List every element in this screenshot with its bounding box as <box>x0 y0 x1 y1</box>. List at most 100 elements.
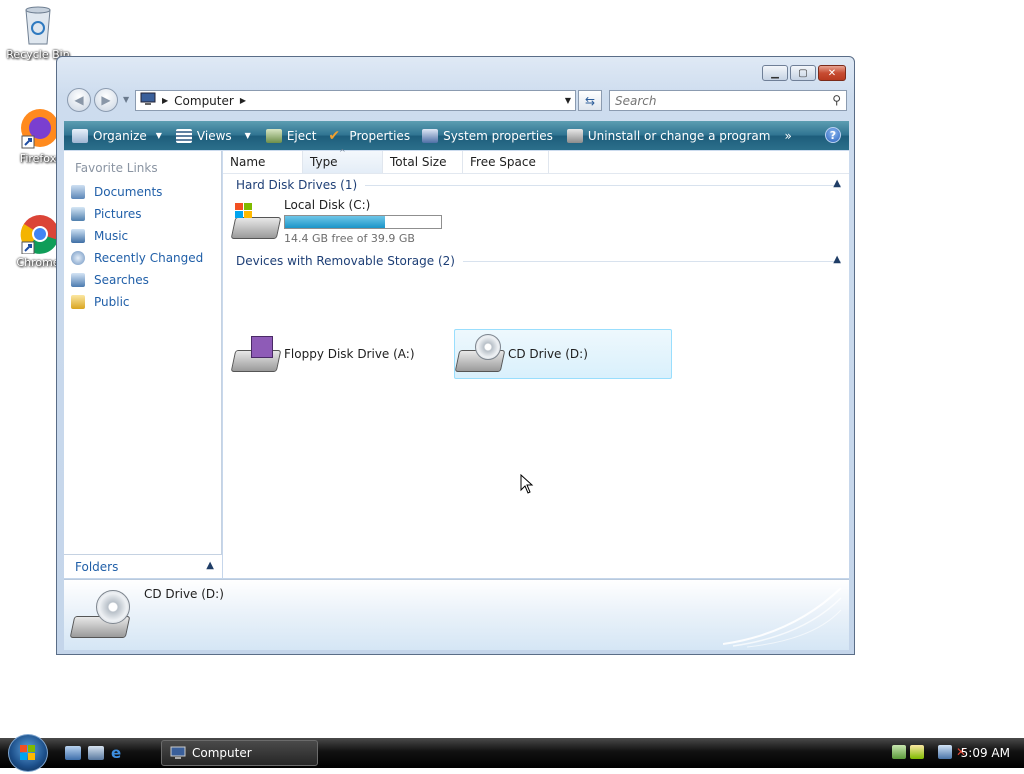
drive-cd-d[interactable]: CD Drive (D:) <box>454 329 672 379</box>
eject-button[interactable]: Eject <box>265 128 317 143</box>
favorite-link-label: Recently Changed <box>94 251 204 265</box>
address-bar[interactable]: ▶ Computer ▶ ▼ <box>135 90 576 111</box>
command-bar: Organize ▼ Views ▼ Eject ✔ Properties Sy… <box>64 121 849 150</box>
favorite-link-searches[interactable]: Searches <box>64 269 221 291</box>
favorite-link-label: Pictures <box>94 207 142 221</box>
organize-icon <box>72 128 88 143</box>
show-desktop-icon[interactable] <box>65 746 81 760</box>
breadcrumb-computer[interactable]: Computer <box>174 94 234 108</box>
column-header-name[interactable]: Name <box>223 151 303 173</box>
column-label: Total Size <box>390 155 447 169</box>
safely-remove-hardware-icon[interactable] <box>892 745 906 759</box>
recent-pages-dropdown[interactable]: ▼ <box>123 95 129 104</box>
chevron-up-icon[interactable]: ▲ <box>833 254 841 265</box>
column-label: Name <box>230 155 266 169</box>
properties-button[interactable]: ✔ Properties <box>328 129 410 143</box>
chevron-up-icon: ▲ <box>206 560 214 571</box>
column-label: Type <box>310 155 338 169</box>
help-icon: ? <box>829 128 837 142</box>
favorite-link-public[interactable]: Public <box>64 291 221 313</box>
windows-security-icon[interactable] <box>910 745 924 759</box>
views-label: Views <box>196 128 232 143</box>
refresh-button[interactable]: ⇆ <box>578 90 602 111</box>
drive-local-disk-c[interactable]: Local Disk (C:) 14.4 GB free of 39.9 GB <box>230 197 451 245</box>
system-properties-button[interactable]: System properties <box>422 128 553 143</box>
uninstall-program-button[interactable]: Uninstall or change a program <box>566 128 771 143</box>
content-pane: Name ^ Type Total Size Free Space Hard Di… <box>223 148 849 578</box>
chevron-down-icon: ▼ <box>155 131 162 140</box>
address-dropdown-icon[interactable]: ▼ <box>565 96 571 105</box>
clock[interactable]: 5:09 AM <box>961 746 1010 760</box>
drive-name: CD Drive (D:) <box>508 347 588 361</box>
minimize-button[interactable]: ▁ <box>762 65 788 81</box>
favorite-link-documents[interactable]: Documents <box>64 181 221 203</box>
drive-floppy-a[interactable]: Floppy Disk Drive (A:) <box>230 329 441 379</box>
views-button[interactable]: Views ▼ <box>175 128 251 143</box>
recycle-bin-icon <box>16 2 60 46</box>
favorite-link-pictures[interactable]: Pictures <box>64 203 221 225</box>
searches-icon <box>71 273 85 287</box>
start-button[interactable] <box>8 734 48 772</box>
checkmark-icon: ✔ <box>328 127 341 144</box>
folders-toggle[interactable]: Folders ▲ <box>64 554 222 578</box>
close-button[interactable]: ✕ <box>818 65 846 81</box>
floppy-drive-icon <box>230 332 282 376</box>
organize-button[interactable]: Organize ▼ <box>72 128 162 143</box>
drive-name: Floppy Disk Drive (A:) <box>284 347 415 361</box>
maximize-icon: ▢ <box>798 67 808 79</box>
more-commands-button[interactable]: » <box>784 129 791 143</box>
taskbar-button-computer[interactable]: Computer <box>161 740 318 766</box>
group-header-hard-disks[interactable]: Hard Disk Drives (1) ▲ <box>236 178 841 192</box>
uninstall-label: Uninstall or change a program <box>587 128 771 143</box>
more-icon: » <box>784 128 792 143</box>
chevron-up-icon[interactable]: ▲ <box>833 178 841 189</box>
chevron-down-icon: ▼ <box>244 131 251 140</box>
favorite-link-label: Music <box>94 229 129 243</box>
forward-button[interactable]: ▶ <box>94 88 118 112</box>
favorite-link-music[interactable]: Music <box>64 225 221 247</box>
group-header-removable-storage[interactable]: Devices with Removable Storage (2) ▲ <box>236 254 841 268</box>
favorite-link-label: Public <box>94 295 130 309</box>
notification-area: ✕ 5:09 AM <box>870 738 1024 768</box>
internet-explorer-icon[interactable]: e <box>111 746 127 761</box>
column-header-free-space[interactable]: Free Space <box>463 151 549 173</box>
recently-changed-icon <box>71 251 85 265</box>
folder-icon <box>71 295 85 309</box>
sort-arrow-icon: ^ <box>339 148 346 157</box>
group-divider <box>365 184 841 186</box>
eject-label: Eject <box>286 128 317 143</box>
group-divider <box>462 260 841 262</box>
folders-label: Folders <box>75 559 119 574</box>
cd-drive-icon <box>454 332 506 376</box>
search-box[interactable]: ⚲ <box>609 90 847 111</box>
cd-drive-icon <box>68 588 131 644</box>
details-pane: CD Drive (D:) <box>64 579 849 650</box>
column-header-total-size[interactable]: Total Size <box>383 151 463 173</box>
network-icon[interactable] <box>938 745 952 759</box>
breadcrumb-arrow-icon[interactable]: ▶ <box>162 96 168 105</box>
minimize-icon: ▁ <box>771 67 779 79</box>
details-title: CD Drive (D:) <box>144 587 224 601</box>
column-header-type[interactable]: ^ Type <box>303 148 383 173</box>
caption-buttons: ▁ ▢ ✕ <box>762 65 846 81</box>
help-button[interactable]: ? <box>825 127 841 143</box>
switch-windows-icon[interactable] <box>88 746 104 760</box>
desktop-icon-recycle-bin[interactable]: Recycle Bin <box>4 2 72 61</box>
computer-icon <box>170 746 186 759</box>
taskbar-button-label: Computer <box>192 746 252 760</box>
column-label: Free Space <box>470 155 536 169</box>
favorite-link-recently-changed[interactable]: Recently Changed <box>64 247 221 269</box>
windows-logo-icon <box>20 745 35 760</box>
chrome-icon <box>16 210 60 255</box>
views-icon <box>175 128 192 143</box>
back-button[interactable]: ◀ <box>67 88 91 112</box>
forward-arrow-icon: ▶ <box>101 93 111 107</box>
maximize-button[interactable]: ▢ <box>790 65 816 81</box>
search-input[interactable] <box>615 93 815 108</box>
system-properties-label: System properties <box>443 128 553 143</box>
drive-free-space: 14.4 GB free of 39.9 GB <box>284 231 415 245</box>
search-icon[interactable]: ⚲ <box>832 93 841 107</box>
eject-icon <box>265 128 282 143</box>
group-title: Devices with Removable Storage (2) <box>236 254 455 268</box>
breadcrumb-arrow-icon[interactable]: ▶ <box>240 96 246 105</box>
